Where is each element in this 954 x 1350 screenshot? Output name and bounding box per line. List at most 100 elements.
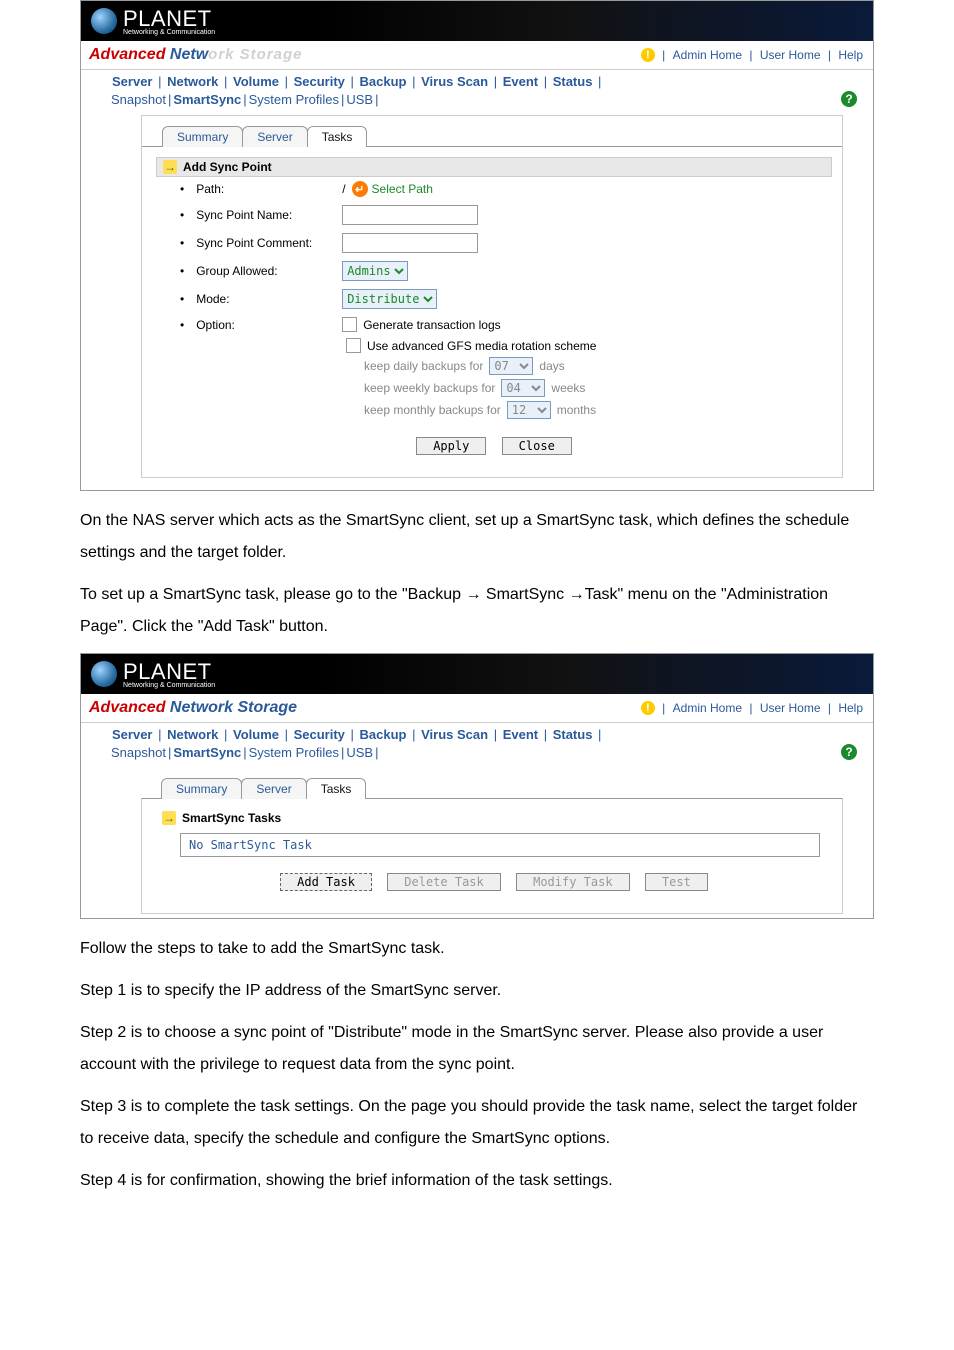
nav1-server[interactable]: Server	[112, 74, 152, 89]
nav1-backup[interactable]: Backup	[360, 727, 407, 742]
page-title: Advanced Network Storage	[89, 46, 303, 64]
paragraph-2: To set up a SmartSync task, please go to…	[80, 579, 874, 643]
admin-home-link[interactable]: Admin Home	[673, 48, 742, 62]
nav2-usb[interactable]: USB	[346, 745, 373, 760]
context-help-icon[interactable]: ?	[841, 744, 857, 760]
gen-logs-checkbox[interactable]	[342, 317, 357, 332]
step-2: Step 2 is to choose a sync point of "Dis…	[80, 1017, 874, 1081]
header-links: ! | Admin Home | User Home | Help	[639, 48, 865, 63]
nav1-virus-scan[interactable]: Virus Scan	[421, 727, 488, 742]
tab-tasks[interactable]: Tasks	[307, 126, 368, 147]
nav2-system-profiles[interactable]: System Profiles	[249, 92, 339, 107]
nav2-smartsync[interactable]: SmartSync	[173, 92, 241, 107]
globe-icon	[91, 661, 117, 687]
title-bar: Advanced Network Storage ! | Admin Home …	[81, 41, 873, 70]
primary-nav: Server | Network | Volume | Security | B…	[81, 70, 873, 89]
group-allowed-select[interactable]: Admins	[342, 261, 408, 281]
gfs-monthly-unit: months	[557, 403, 596, 417]
nav1-server[interactable]: Server	[112, 727, 152, 742]
screenshot-add-sync-point: PLANET Networking & Communication Advanc…	[80, 0, 874, 491]
nav1-security[interactable]: Security	[294, 74, 345, 89]
close-button[interactable]: Close	[502, 437, 572, 455]
gfs-weekly-unit: weeks	[551, 381, 585, 395]
gen-logs-label: Generate transaction logs	[363, 318, 500, 332]
primary-nav: Server | Network | Volume | Security | B…	[81, 723, 873, 742]
brand-tagline: Networking & Communication	[123, 682, 215, 689]
gfs-daily-pre: keep daily backups for	[364, 359, 483, 373]
gfs-label: Use advanced GFS media rotation scheme	[367, 339, 596, 353]
brand-tagline: Networking & Communication	[123, 29, 215, 36]
paragraph-3: Follow the steps to take to add the Smar…	[80, 933, 874, 965]
tab-server[interactable]: Server	[242, 126, 307, 147]
add-task-button[interactable]: Add Task	[280, 873, 372, 891]
step-3: Step 3 is to complete the task settings.…	[80, 1091, 874, 1155]
content-panel: Summary Server Tasks → Add Sync Point •P…	[141, 115, 843, 478]
nav2-snapshot[interactable]: Snapshot	[111, 745, 166, 760]
select-path-button[interactable]: ↵ Select Path	[352, 181, 433, 197]
delete-task-button[interactable]: Delete Task	[387, 873, 500, 891]
screenshot-smartsync-tasks: PLANET Networking & Communication Advanc…	[80, 653, 874, 919]
arrow-icon: →	[163, 160, 177, 174]
sync-point-comment-label: Sync Point Comment:	[196, 236, 336, 250]
nav1-volume[interactable]: Volume	[233, 74, 279, 89]
step-1: Step 1 is to specify the IP address of t…	[80, 975, 874, 1007]
gfs-daily-select[interactable]: 07	[489, 357, 533, 375]
tab-summary[interactable]: Summary	[161, 778, 242, 799]
sync-point-comment-input[interactable]	[342, 233, 478, 253]
nav1-event[interactable]: Event	[503, 727, 538, 742]
nav1-volume[interactable]: Volume	[233, 727, 279, 742]
mode-select[interactable]: Distribute	[342, 289, 437, 309]
test-button[interactable]: Test	[645, 873, 708, 891]
nav1-event[interactable]: Event	[503, 74, 538, 89]
sync-point-name-input[interactable]	[342, 205, 478, 225]
no-task-message: No SmartSync Task	[180, 833, 820, 857]
user-home-link[interactable]: User Home	[760, 48, 821, 62]
select-path-icon: ↵	[352, 181, 368, 197]
nav1-security[interactable]: Security	[294, 727, 345, 742]
nav2-smartsync[interactable]: SmartSync	[173, 745, 241, 760]
alert-icon[interactable]: !	[641, 701, 655, 715]
secondary-nav: Snapshot | SmartSync | System Profiles |…	[81, 89, 873, 111]
gfs-checkbox[interactable]	[346, 338, 361, 353]
section-title: Add Sync Point	[183, 160, 272, 174]
nav2-usb[interactable]: USB	[346, 92, 373, 107]
arrow-icon: →	[162, 811, 176, 825]
gfs-monthly-select[interactable]: 12	[507, 401, 551, 419]
nav1-backup[interactable]: Backup	[360, 74, 407, 89]
modify-task-button[interactable]: Modify Task	[516, 873, 629, 891]
nav1-virus-scan[interactable]: Virus Scan	[421, 74, 488, 89]
nav1-status[interactable]: Status	[553, 727, 593, 742]
section-title: SmartSync Tasks	[182, 811, 281, 825]
brand-header: PLANET Networking & Communication	[81, 1, 873, 41]
help-link[interactable]: Help	[838, 48, 863, 62]
nav1-network[interactable]: Network	[167, 727, 218, 742]
gfs-weekly-select[interactable]: 04	[501, 379, 545, 397]
tab-tasks[interactable]: Tasks	[306, 778, 367, 799]
header-links: ! | Admin Home | User Home | Help	[639, 701, 865, 716]
path-label: Path:	[196, 182, 336, 196]
apply-button[interactable]: Apply	[416, 437, 486, 455]
sync-point-name-label: Sync Point Name:	[196, 208, 336, 222]
secondary-nav: Snapshot | SmartSync | System Profiles |…	[81, 742, 873, 764]
admin-home-link[interactable]: Admin Home	[673, 701, 742, 715]
mode-label: Mode:	[196, 292, 336, 306]
nav1-network[interactable]: Network	[167, 74, 218, 89]
help-link[interactable]: Help	[838, 701, 863, 715]
gfs-daily-unit: days	[539, 359, 564, 373]
nav1-status[interactable]: Status	[553, 74, 593, 89]
alert-icon[interactable]: !	[641, 48, 655, 62]
step-4: Step 4 is for confirmation, showing the …	[80, 1165, 874, 1197]
tab-server[interactable]: Server	[241, 778, 306, 799]
title-bar: Advanced Network Storage ! | Admin Home …	[81, 694, 873, 723]
user-home-link[interactable]: User Home	[760, 701, 821, 715]
nav2-system-profiles[interactable]: System Profiles	[249, 745, 339, 760]
path-prefix: /	[342, 182, 345, 196]
gfs-weekly-pre: keep weekly backups for	[364, 381, 495, 395]
tab-summary[interactable]: Summary	[162, 126, 243, 147]
group-allowed-label: Group Allowed:	[196, 264, 336, 278]
context-help-icon[interactable]: ?	[841, 91, 857, 107]
paragraph-1: On the NAS server which acts as the Smar…	[80, 505, 874, 569]
nav2-snapshot[interactable]: Snapshot	[111, 92, 166, 107]
globe-icon	[91, 8, 117, 34]
gfs-monthly-pre: keep monthly backups for	[364, 403, 501, 417]
